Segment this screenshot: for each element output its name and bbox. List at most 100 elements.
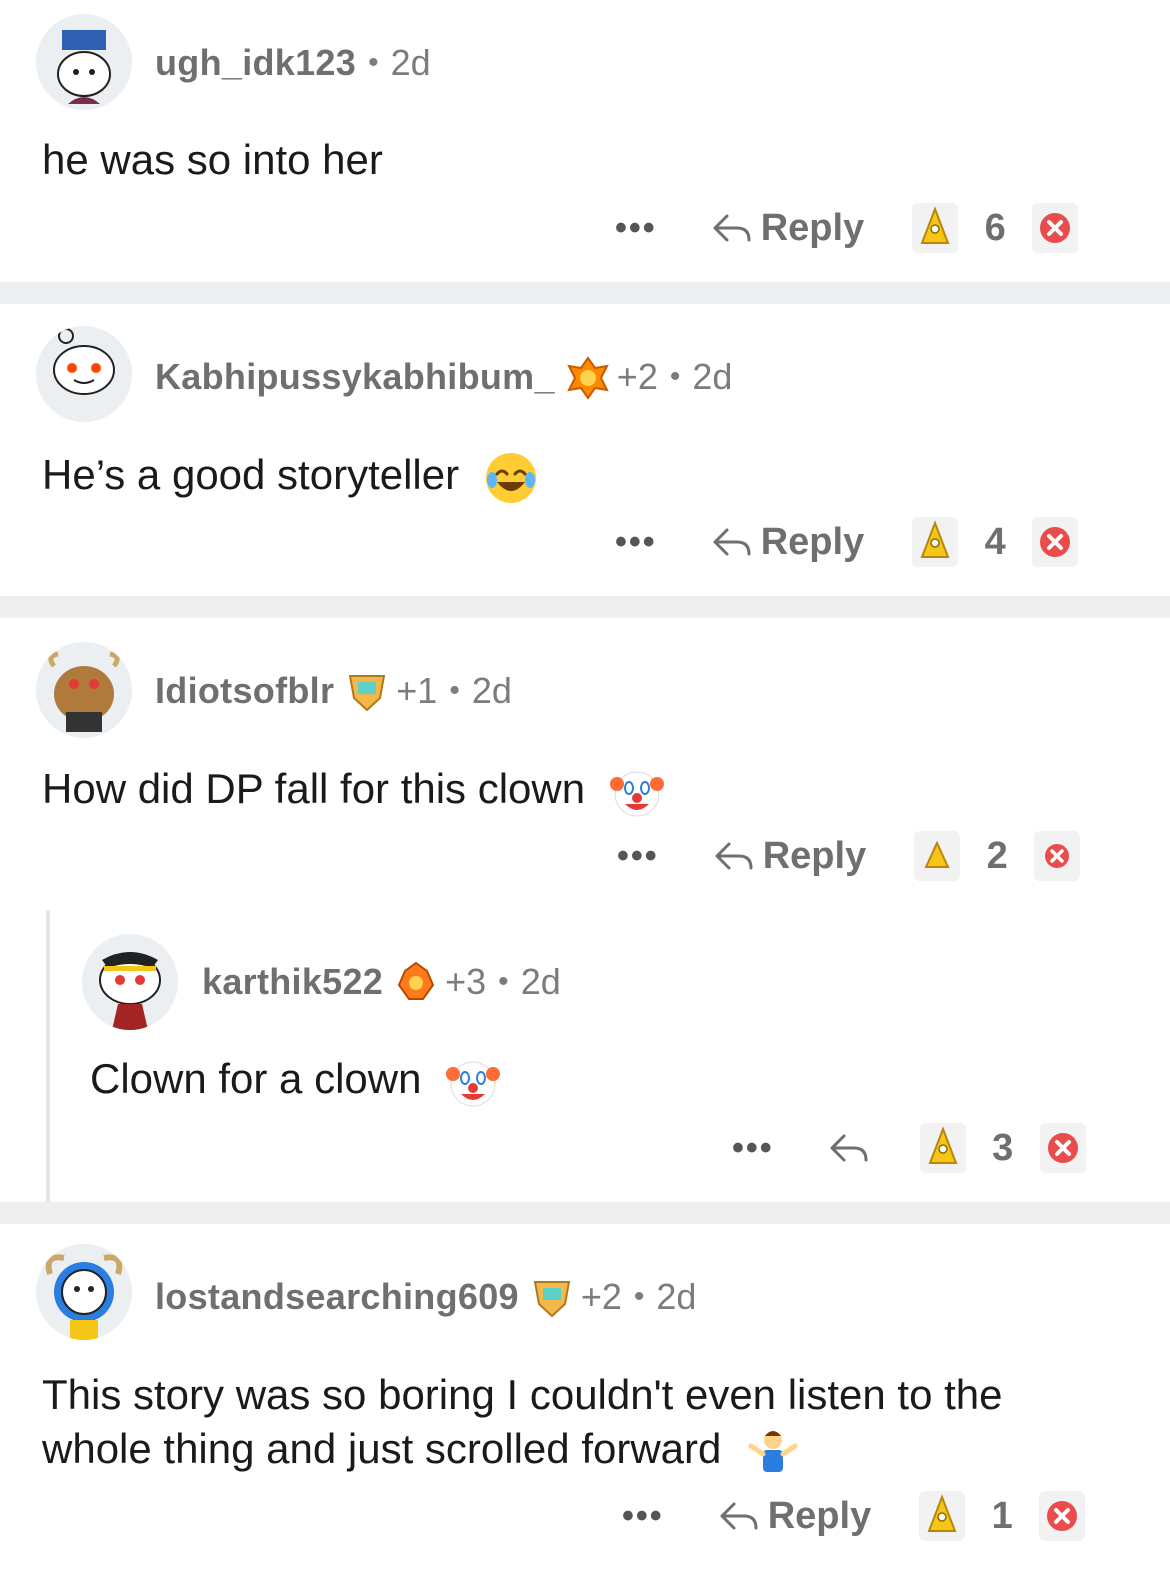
achievement-flair-icon[interactable] bbox=[344, 668, 390, 714]
more-options-button[interactable]: ••• bbox=[617, 837, 659, 876]
upvote-icon[interactable] bbox=[919, 1491, 966, 1541]
reply-button[interactable]: Reply bbox=[707, 518, 864, 566]
username[interactable]: karthik522 bbox=[202, 961, 383, 1003]
comment-meta: karthik522 +3 • 2d bbox=[202, 960, 561, 1004]
comment-age: 2d bbox=[520, 961, 561, 1002]
comment-meta: ugh_idk123 • 2d bbox=[155, 41, 431, 85]
reply-label: Reply bbox=[762, 834, 867, 877]
user-avatar[interactable] bbox=[36, 642, 132, 738]
thread-line[interactable] bbox=[46, 910, 50, 1202]
achievement-flair-icon[interactable] bbox=[529, 1274, 575, 1320]
comment: Idiotsofblr +1 • 2d How did DP fall for … bbox=[0, 618, 1170, 1202]
vote-controls: 2 bbox=[914, 831, 1081, 881]
downvote-icon[interactable] bbox=[1034, 831, 1081, 881]
separator-dot: • bbox=[368, 46, 379, 79]
reply-arrow-icon bbox=[707, 204, 755, 252]
achievement-flair-icon[interactable] bbox=[393, 959, 439, 1005]
comment-actions: ••• Reply 4 bbox=[615, 512, 1079, 572]
comment-meta: Kabhipussykabhibum_ +2 • 2d bbox=[155, 354, 733, 400]
shrug-emoji-icon bbox=[745, 1424, 801, 1480]
reply-arrow-icon bbox=[707, 518, 755, 566]
downvote-icon[interactable] bbox=[1039, 1123, 1086, 1173]
comment-body: How did DP fall for this clown bbox=[42, 762, 665, 820]
reply-button[interactable]: Reply bbox=[709, 832, 866, 880]
vote-controls: 6 bbox=[912, 203, 1079, 253]
comment-age: 2d bbox=[390, 42, 431, 83]
reply-button[interactable]: Reply bbox=[714, 1492, 871, 1540]
comment-age: 2d bbox=[692, 356, 733, 397]
vote-controls: 3 bbox=[919, 1123, 1086, 1173]
username[interactable]: lostandsearching609 bbox=[155, 1276, 519, 1318]
comment-body: he was so into her bbox=[42, 133, 383, 187]
more-options-button[interactable]: ••• bbox=[615, 209, 657, 248]
flair-count: +2 bbox=[616, 356, 658, 397]
reply-button[interactable] bbox=[824, 1124, 872, 1172]
vote-score: 3 bbox=[992, 1126, 1014, 1169]
downvote-icon[interactable] bbox=[1032, 203, 1079, 253]
comment-text: he was so into her bbox=[42, 136, 383, 183]
comment-text: How did DP fall for this clown bbox=[42, 765, 586, 812]
upvote-icon[interactable] bbox=[919, 1123, 966, 1173]
achievement-flair-icon[interactable] bbox=[565, 354, 611, 400]
separator-dot: • bbox=[498, 965, 509, 998]
comment-divider bbox=[0, 1202, 1170, 1224]
comment-meta: Idiotsofblr +1 • 2d bbox=[155, 669, 512, 713]
comment-actions: ••• 3 bbox=[732, 1118, 1086, 1178]
comment-text-line: whole thing and just scrolled forward bbox=[42, 1422, 1003, 1480]
comment-actions: ••• Reply 6 bbox=[615, 198, 1079, 258]
reply-label: Reply bbox=[767, 1494, 872, 1537]
vote-score: 2 bbox=[986, 834, 1008, 877]
user-avatar[interactable] bbox=[36, 14, 132, 110]
username[interactable]: Kabhipussykabhibum_ bbox=[155, 356, 555, 398]
vote-controls: 4 bbox=[912, 517, 1079, 567]
upvote-icon[interactable] bbox=[912, 517, 959, 567]
reply-arrow-icon bbox=[714, 1492, 762, 1540]
upvote-icon[interactable] bbox=[914, 831, 961, 881]
reply-button[interactable]: Reply bbox=[707, 204, 864, 252]
vote-score: 1 bbox=[991, 1494, 1013, 1537]
comment-actions: ••• Reply 1 bbox=[622, 1486, 1086, 1546]
comment-meta: lostandsearching609 +2 • 2d bbox=[155, 1275, 696, 1319]
comment-text: He’s a good storyteller bbox=[42, 451, 460, 498]
comment-body: Clown for a clown bbox=[90, 1052, 501, 1110]
comment-age: 2d bbox=[656, 1276, 697, 1317]
separator-dot: • bbox=[669, 360, 681, 393]
flair-count: +2 bbox=[580, 1276, 622, 1317]
reply-label: Reply bbox=[760, 520, 865, 563]
clown-emoji-icon bbox=[609, 764, 665, 820]
flair-count: +3 bbox=[445, 961, 487, 1002]
more-options-button[interactable]: ••• bbox=[622, 1497, 664, 1536]
upvote-icon[interactable] bbox=[912, 203, 959, 253]
comment-divider bbox=[0, 596, 1170, 618]
comment-body: This story was so boring I couldn't even… bbox=[42, 1368, 1003, 1480]
comment: Kabhipussykabhibum_ +2 • 2d He’s a good … bbox=[0, 304, 1170, 596]
more-options-button[interactable]: ••• bbox=[732, 1129, 774, 1168]
separator-dot: • bbox=[449, 674, 460, 707]
reply-label: Reply bbox=[760, 206, 865, 249]
downvote-icon[interactable] bbox=[1039, 1491, 1086, 1541]
comment-age: 2d bbox=[471, 670, 512, 711]
downvote-icon[interactable] bbox=[1032, 517, 1079, 567]
user-avatar[interactable] bbox=[36, 326, 132, 422]
comment: lostandsearching609 +2 • 2d This story w… bbox=[0, 1224, 1170, 1585]
username[interactable]: ugh_idk123 bbox=[155, 42, 356, 84]
clown-emoji-icon bbox=[445, 1054, 501, 1110]
reply-arrow-icon bbox=[824, 1124, 872, 1172]
user-avatar[interactable] bbox=[36, 1244, 132, 1340]
comment-text: Clown for a clown bbox=[90, 1055, 422, 1102]
username[interactable]: Idiotsofblr bbox=[155, 670, 334, 712]
joy-emoji-icon bbox=[483, 450, 539, 506]
vote-score: 6 bbox=[984, 206, 1006, 249]
comment-body: He’s a good storyteller bbox=[42, 448, 539, 506]
comment-actions: ••• Reply 2 bbox=[617, 826, 1081, 886]
comment-divider bbox=[0, 282, 1170, 304]
comment-text-line: This story was so boring I couldn't even… bbox=[42, 1371, 1003, 1418]
more-options-button[interactable]: ••• bbox=[615, 523, 657, 562]
user-avatar[interactable] bbox=[82, 934, 178, 1030]
vote-score: 4 bbox=[984, 520, 1006, 563]
flair-count: +1 bbox=[396, 670, 438, 711]
separator-dot: • bbox=[633, 1280, 645, 1313]
vote-controls: 1 bbox=[919, 1491, 1086, 1541]
reply-arrow-icon bbox=[709, 832, 757, 880]
comment: ugh_idk123 • 2d he was so into her ••• R… bbox=[0, 0, 1170, 282]
